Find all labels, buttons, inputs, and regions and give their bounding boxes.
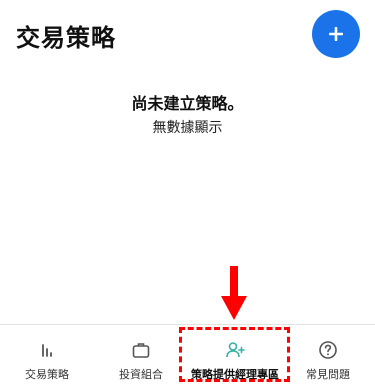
annotation-highlight-box xyxy=(179,327,290,382)
tab-faq[interactable]: 常見問題 xyxy=(281,325,375,389)
briefcase-icon xyxy=(132,343,150,358)
add-strategy-button[interactable] xyxy=(312,10,360,58)
tab-label: 常見問題 xyxy=(306,368,350,381)
empty-state-title: 尚未建立策略。 xyxy=(131,94,244,113)
bar-chart-icon xyxy=(42,344,52,357)
plus-icon xyxy=(329,27,343,41)
annotation-arrow xyxy=(221,266,247,320)
tab-label: 投資組合 xyxy=(119,368,163,381)
tab-label: 交易策略 xyxy=(25,368,69,381)
page-title: 交易策略 xyxy=(16,24,116,52)
tab-portfolio[interactable]: 投資組合 xyxy=(94,325,188,389)
help-circle-icon xyxy=(319,341,337,359)
tab-trading-strategies[interactable]: 交易策略 xyxy=(0,325,94,389)
empty-state-subtitle: 無數據顯示 xyxy=(152,120,223,136)
